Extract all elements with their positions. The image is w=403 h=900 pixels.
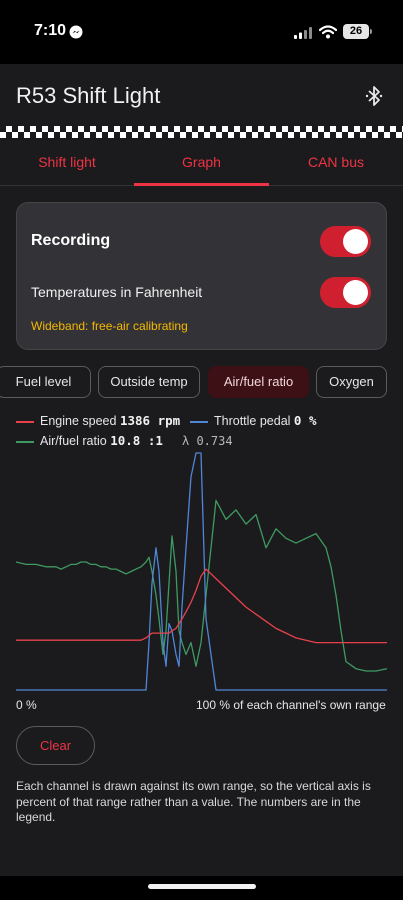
channel-graph (16, 452, 387, 691)
chip-air-fuel-ratio[interactable]: Air/fuel ratio (208, 366, 309, 398)
toggle-knob (343, 229, 368, 254)
legend-engine-speed: Engine speed 1386 rpm (40, 413, 180, 428)
recording-label: Recording (31, 232, 111, 249)
app-title: R53 Shift Light (16, 83, 161, 108)
legend-swatch-engine-speed (16, 421, 34, 423)
tab-shift-light[interactable]: Shift light (0, 138, 134, 186)
chip-oxygen[interactable]: Oxygen (316, 366, 387, 398)
wifi-icon (319, 25, 337, 39)
home-indicator[interactable] (148, 884, 256, 889)
recording-toggle[interactable] (320, 226, 371, 257)
fahrenheit-label: Temperatures in Fahrenheit (31, 284, 203, 300)
legend-throttle: Throttle pedal 0 % (214, 413, 317, 428)
graph-explanation-note: Each channel is drawn against its own ra… (16, 779, 371, 824)
tab-can-bus[interactable]: CAN bus (269, 138, 403, 186)
tab-bar: Shift light Graph CAN bus (0, 138, 403, 186)
wideband-calibration-status: Wideband: free-air calibrating (31, 319, 188, 333)
messenger-icon (69, 25, 83, 39)
bluetooth-icon[interactable] (364, 84, 384, 108)
legend-throttle-value: 0 % (293, 413, 317, 428)
cellular-signal-icon (294, 27, 312, 39)
legend-throttle-label: Throttle pedal (214, 414, 291, 428)
chip-fuel-level[interactable]: Fuel level (0, 366, 91, 398)
toggle-knob (343, 280, 368, 305)
legend-swatch-afr (16, 441, 34, 443)
axis-max-label: 100 % of each channel's own range (196, 698, 386, 712)
status-time: 7:10 (34, 22, 67, 39)
axis-min-label: 0 % (16, 698, 37, 712)
legend-engine-speed-label: Engine speed (40, 414, 117, 428)
series-line-air-fuel-ratio (16, 499, 387, 672)
fahrenheit-toggle[interactable] (320, 277, 371, 308)
clear-button-label: Clear (39, 738, 72, 753)
battery-icon: 26 (343, 24, 369, 39)
checkered-flag-stripe (0, 126, 403, 138)
clear-button[interactable]: Clear (16, 726, 95, 765)
series-line-engine-speed (16, 568, 387, 644)
legend-engine-speed-value: 1386 rpm (119, 413, 181, 428)
legend-swatch-throttle (190, 421, 208, 423)
chip-outside-temp[interactable]: Outside temp (98, 366, 200, 398)
tab-graph[interactable]: Graph (134, 138, 269, 186)
